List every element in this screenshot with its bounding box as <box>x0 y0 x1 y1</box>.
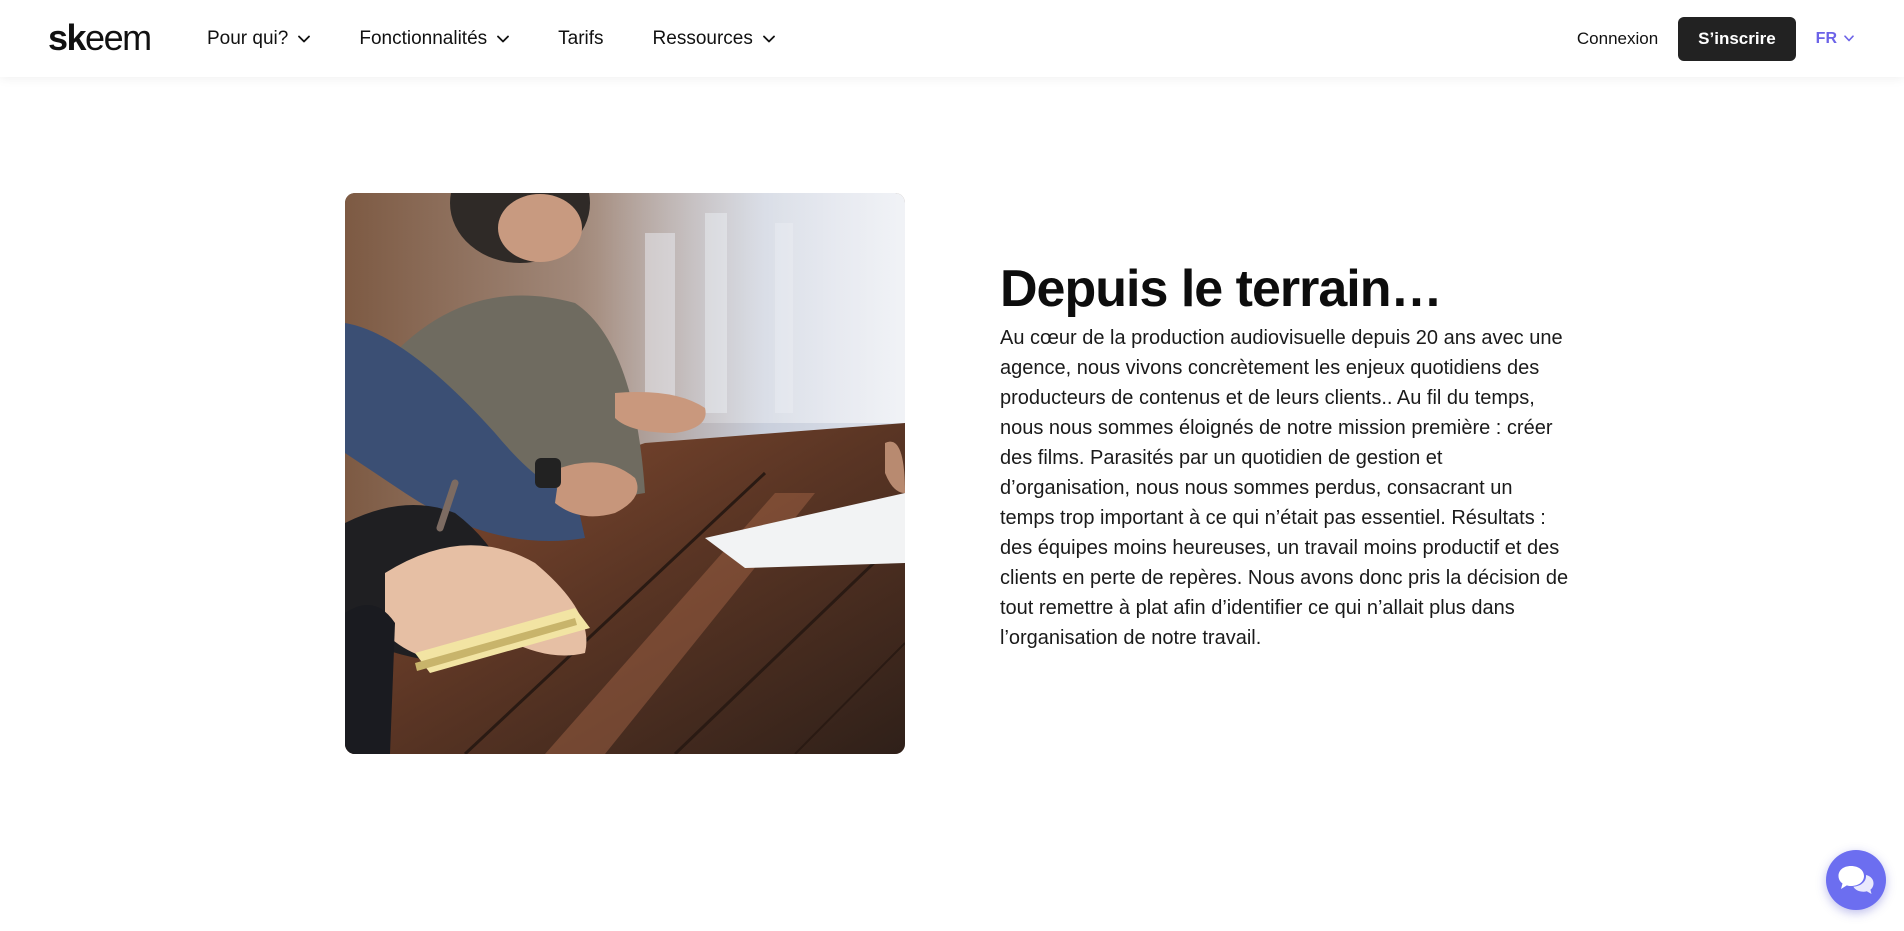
language-selector[interactable]: FR <box>1816 30 1854 48</box>
nav-fonctionnalites-label: Fonctionnalités <box>359 27 488 49</box>
nav-fonctionnalites[interactable]: Fonctionnalités <box>359 27 510 50</box>
team-meeting-photo <box>345 193 905 754</box>
section-body: Au cœur de la production audiovisuelle d… <box>1000 327 1569 649</box>
nav-actions: Connexion S’inscrire FR <box>1577 0 1854 77</box>
nav-pour-qui[interactable]: Pour qui? <box>207 27 311 50</box>
nav-ressources[interactable]: Ressources <box>653 28 775 50</box>
language-label: FR <box>1815 29 1837 47</box>
main-nav: Pour qui? Fonctionnalités Tarifs Ressour… <box>207 0 824 77</box>
chevron-down-icon <box>298 35 311 42</box>
chat-bubbles-icon <box>1838 866 1874 894</box>
chevron-down-icon <box>762 35 775 42</box>
section-title: Depuis le terrain… <box>1000 260 1442 318</box>
chevron-down-icon <box>1844 35 1854 42</box>
nav-tarifs-label: Tarifs <box>558 27 604 49</box>
top-navbar: skeem Pour qui? Fonctionnalités Tarifs R… <box>0 0 1904 77</box>
signup-button[interactable]: S’inscrire <box>1678 16 1796 61</box>
skeem-logo[interactable]: skeem <box>48 18 152 58</box>
nav-pour-qui-label: Pour qui? <box>207 27 289 49</box>
login-link[interactable]: Connexion <box>1577 29 1658 49</box>
nav-tarifs[interactable]: Tarifs <box>558 28 603 50</box>
story-section: Depuis le terrain… Au cœur de la product… <box>1000 257 1580 653</box>
chat-button[interactable] <box>1826 850 1886 910</box>
nav-ressources-label: Ressources <box>652 27 753 49</box>
photo-illustration <box>345 193 905 754</box>
chevron-down-icon <box>497 35 510 42</box>
